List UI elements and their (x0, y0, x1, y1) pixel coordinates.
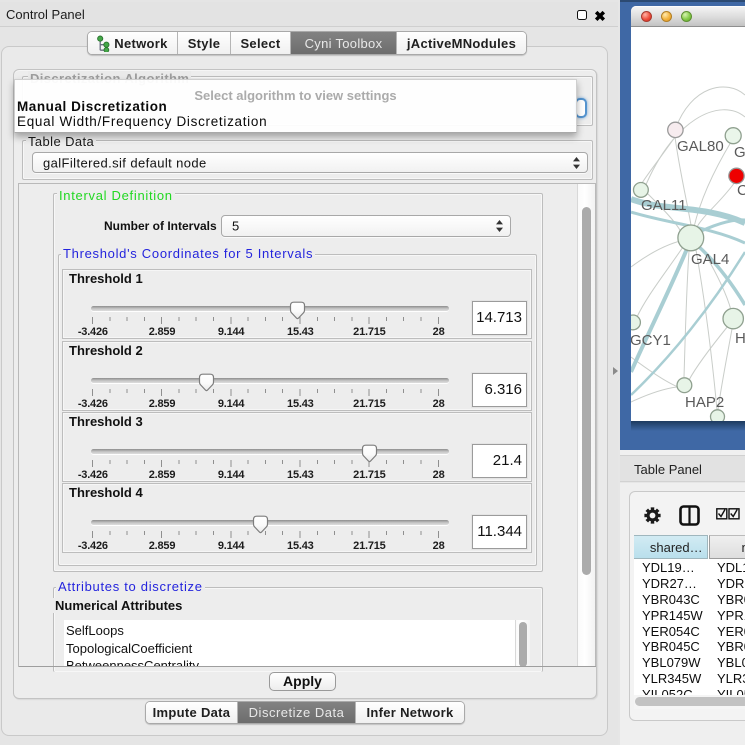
svg-text:C: C (737, 182, 745, 199)
svg-text:GAL80: GAL80 (677, 138, 724, 155)
svg-text:GAL11: GAL11 (641, 197, 687, 214)
svg-text:GCY1: GCY1 (631, 332, 671, 349)
svg-text:HAP2: HAP2 (685, 394, 724, 411)
svg-text:H: H (735, 330, 745, 347)
svg-text:GAL4: GAL4 (691, 251, 729, 268)
svg-text:G.: G. (734, 144, 745, 161)
